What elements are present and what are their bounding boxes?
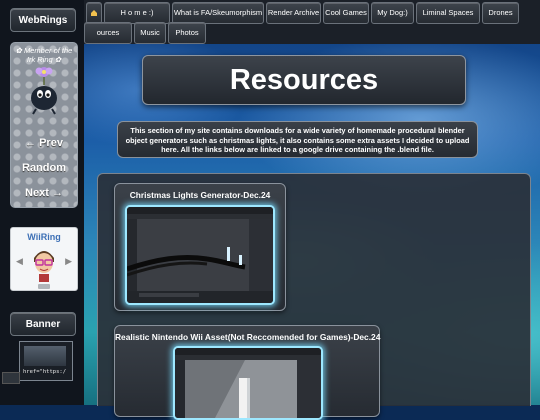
webring-random-link[interactable]: Random — [11, 162, 77, 174]
corner-badge — [2, 372, 20, 384]
wiiring-next-arrow-icon[interactable]: ▶ — [65, 256, 72, 267]
nav-tab-resources[interactable]: ources — [84, 22, 132, 44]
resource-card: Christmas Lights Generator-Dec.24 — [114, 183, 286, 311]
wiiring-widget: WiiRing ◀ ▶ — [10, 227, 78, 291]
christmas-lights-thumbnail[interactable] — [125, 205, 275, 305]
nav-tab-liminal-spaces[interactable]: Liminal Spaces — [416, 2, 480, 24]
nav-tab-cool-games[interactable]: Cool Games — [323, 2, 369, 24]
webring-member-text: ✿ Member of the Irk Ring ✿ — [15, 46, 73, 64]
flower-bug-mascot-icon — [31, 67, 57, 115]
nav-tab-render-archive[interactable]: Render Archive — [266, 2, 321, 24]
banner-button[interactable]: Banner — [10, 312, 76, 336]
wiiring-title: WiiRing — [27, 232, 61, 242]
webring-widget: ✿ Member of the Irk Ring ✿ ← Prev Random… — [10, 42, 78, 208]
intro-text: This section of my site contains downloa… — [117, 121, 478, 158]
wiiring-badge — [38, 284, 50, 289]
banner-image[interactable]: href="https:/ — [19, 341, 73, 381]
webring-next-link[interactable]: Next → — [11, 187, 77, 199]
wiiring-prev-arrow-icon[interactable]: ◀ — [16, 256, 23, 267]
nav-tab-music[interactable]: Music — [134, 22, 166, 44]
nav-tab-photos[interactable]: Photos — [168, 22, 206, 44]
banner-code-text: href="https:/ — [23, 369, 67, 375]
nav-tab-home[interactable]: H o m e :) — [104, 2, 170, 24]
blender-viewport-icon — [127, 207, 273, 303]
left-sidebar: WebRings ✿ Member of the Irk Ring ✿ ← Pr… — [0, 0, 84, 405]
webring-prev-link[interactable]: ← Prev — [11, 137, 77, 149]
resource-card: Realistic Nintendo Wii Asset(Not Reccome… — [114, 325, 381, 420]
top-navbar: H o m e :) What is FA/Skeumorphism Rende… — [84, 0, 540, 44]
wii-asset-thumbnail[interactable] — [173, 346, 323, 420]
nav-tab-my-dog[interactable]: My Dog:) — [371, 2, 414, 24]
webrings-button[interactable]: WebRings — [10, 8, 76, 32]
mii-avatar[interactable] — [31, 246, 57, 282]
resource-card-title: Realistic Nintendo Wii Asset(Not Reccome… — [115, 332, 381, 342]
nav-home-icon[interactable] — [86, 2, 102, 24]
page-title: Resources — [142, 55, 466, 105]
nav-tab-fa-skeumorphism[interactable]: What is FA/Skeumorphism — [172, 2, 264, 24]
blender-viewport-icon — [175, 348, 321, 418]
banner-preview-screen — [24, 346, 66, 366]
nav-tab-drones[interactable]: Drones — [482, 2, 519, 24]
resource-card-title: Christmas Lights Generator-Dec.24 — [129, 190, 271, 200]
